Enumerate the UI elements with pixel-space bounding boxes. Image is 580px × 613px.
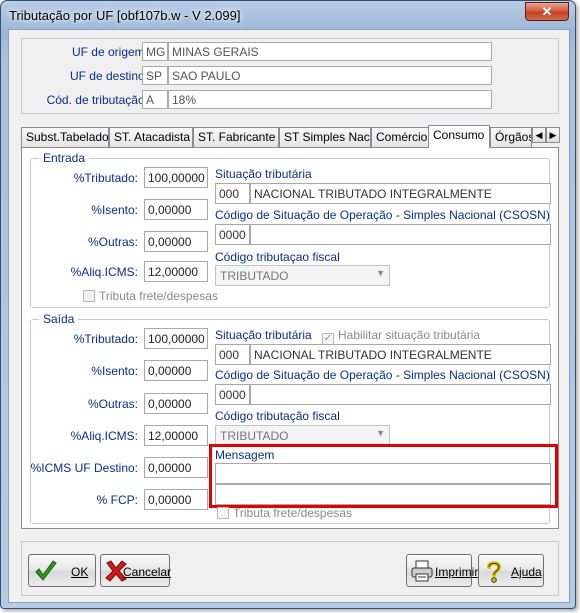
tab-scroll-right-icon[interactable]: ▶ (546, 127, 560, 143)
entrada-fiscal-select[interactable]: TRIBUTADO ▼ (215, 265, 390, 286)
destino-row: UF de destino: SP SAO PAULO (22, 66, 558, 87)
entrada-frete-checkbox[interactable]: Tributa frete/despesas (83, 289, 218, 303)
button-bar: OK Cancelar Imprimir Ajuda (21, 541, 559, 596)
saida-outras-field[interactable]: 0,00000 (144, 393, 208, 414)
saida-csosn-code[interactable]: 0000 (215, 384, 250, 405)
destino-label: UF de destino: (69, 69, 148, 83)
origem-name-field[interactable]: MINAS GERAIS (168, 42, 492, 61)
entrada-situacao-desc[interactable]: NACIONAL TRIBUTADO INTEGRALMENTE (250, 183, 551, 204)
ajuda-label: Ajuda (511, 565, 542, 579)
entrada-tributado-label: %Tributado: (73, 171, 138, 185)
saida-icms-uf-field[interactable]: 0,00000 (144, 457, 208, 478)
entrada-csosn-label: Código de Situação de Operação - Simples… (215, 208, 550, 222)
entrada-csosn-desc[interactable] (250, 224, 551, 245)
saida-fcp-label: % FCP: (96, 493, 138, 507)
chevron-down-icon: ▼ (376, 428, 385, 438)
tab-strip: Subst.Tabelado ST. Atacadista ST. Fabric… (21, 125, 560, 148)
saida-fiscal-label: Código tributação fiscal (215, 409, 340, 423)
saida-frete-label: Tributa frete/despesas (233, 506, 352, 520)
chevron-down-icon: ▼ (376, 268, 385, 278)
window-title: Tributação por UF [obf107b.w - V 2.099] (9, 8, 241, 23)
mensagem-line1-field[interactable] (215, 463, 551, 484)
tab-scroll-left-icon[interactable]: ◀ (532, 127, 546, 143)
entrada-isento-field[interactable]: 0,00000 (144, 199, 208, 220)
close-button[interactable]: ✕ (525, 2, 569, 21)
ok-label: OK (71, 565, 89, 579)
saida-group: Saída %Tributado: 100,00000 %Isento: 0,0… (30, 312, 558, 524)
saida-csosn-label: Código de Situação de Operação - Simples… (215, 368, 550, 382)
saida-situacao-code[interactable]: 000 (215, 344, 250, 365)
entrada-outras-label: %Outras: (87, 235, 138, 249)
ok-button[interactable]: OK (28, 554, 96, 587)
tributacao-row: Cód. de tributação: A 18% (22, 90, 558, 111)
cancelar-button[interactable]: Cancelar (100, 554, 172, 587)
saida-legend: Saída (39, 312, 79, 326)
entrada-situacao-label: Situação tributária (215, 167, 312, 181)
entrada-isento-label: %Isento: (91, 203, 138, 217)
uf-header-group: UF de origem: MG MINAS GERAIS UF de dest… (21, 38, 559, 114)
saida-situacao-label: Situação tributária (215, 328, 312, 342)
destino-code-field[interactable]: SP (142, 66, 168, 85)
checkbox-icon (217, 507, 229, 519)
entrada-aliq-label: %Aliq.ICMS: (70, 265, 138, 279)
tributacao-code-field[interactable]: A (142, 90, 168, 109)
saida-aliq-field[interactable]: 12,00000 (144, 425, 208, 446)
saida-aliq-label: %Aliq.ICMS: (70, 429, 138, 443)
entrada-fiscal-label: Código tributaçao fiscal (215, 250, 340, 264)
saida-isento-field[interactable]: 0,00000 (144, 360, 208, 381)
saida-tributado-field[interactable]: 100,00000 (144, 328, 208, 349)
entrada-frete-label: Tributa frete/despesas (99, 289, 218, 303)
saida-isento-label: %Isento: (91, 364, 138, 378)
origem-code-field[interactable]: MG (142, 42, 168, 61)
saida-situacao-desc[interactable]: NACIONAL TRIBUTADO INTEGRALMENTE (250, 344, 551, 365)
entrada-group: Entrada %Tributado: 100,00000 %Isento: 0… (30, 151, 551, 308)
origem-label: UF de origem: (71, 45, 148, 59)
imprimir-label: Imprimir (435, 565, 479, 579)
entrada-tributado-field[interactable]: 100,00000 (144, 167, 208, 188)
saida-fcp-field[interactable]: 0,00000 (144, 489, 208, 510)
tab-consumo[interactable]: Consumo (428, 125, 490, 148)
checkmark-icon (35, 560, 57, 581)
saida-tributado-label: %Tributado: (73, 332, 138, 346)
entrada-legend: Entrada (39, 151, 90, 165)
saida-frete-checkbox[interactable]: Tributa frete/despesas (217, 506, 352, 520)
habilitar-situacao-checkbox[interactable]: ✓ Habilitar situação tributária (322, 328, 480, 345)
ajuda-button[interactable]: Ajuda (478, 554, 544, 587)
tab-panel-consumo: Entrada %Tributado: 100,00000 %Isento: 0… (21, 147, 559, 529)
saida-csosn-desc[interactable] (250, 384, 551, 405)
tributacao-value-field[interactable]: 18% (168, 90, 492, 109)
dialog-client-area: UF de origem: MG MINAS GERAIS UF de dest… (8, 29, 570, 603)
entrada-aliq-field[interactable]: 12,00000 (144, 261, 208, 282)
entrada-situacao-code[interactable]: 000 (215, 183, 250, 204)
saida-fiscal-value: TRIBUTADO (220, 429, 289, 443)
mensagem-label: Mensagem (215, 448, 275, 462)
origem-row: UF de origem: MG MINAS GERAIS (22, 42, 558, 63)
printer-icon (411, 560, 433, 582)
checkbox-icon (83, 290, 95, 302)
help-question-icon (487, 561, 502, 583)
tab-subst-tabelado[interactable]: Subst.Tabelado (21, 127, 109, 147)
saida-icms-uf-label: %ICMS UF Destino: (30, 461, 138, 475)
saida-outras-label: %Outras: (87, 397, 138, 411)
dialog-window: Tributação por UF [obf107b.w - V 2.099] … (0, 0, 576, 609)
entrada-csosn-code[interactable]: 0000 (215, 224, 250, 245)
tributacao-label: Cód. de tributação: (46, 93, 148, 107)
habilitar-situacao-label: Habilitar situação tributária (338, 328, 481, 342)
cancelar-label: Cancelar (123, 565, 172, 579)
saida-fiscal-select[interactable]: TRIBUTADO ▼ (215, 425, 390, 446)
tab-comercio[interactable]: Comércio (371, 127, 429, 147)
destino-name-field[interactable]: SAO PAULO (168, 66, 492, 85)
entrada-outras-field[interactable]: 0,00000 (144, 231, 208, 252)
mensagem-line2-field[interactable] (215, 484, 551, 505)
tab-st-simples-nac[interactable]: ST Simples Nac. (279, 127, 373, 147)
tab-st-atacadista[interactable]: ST. Atacadista (109, 127, 193, 147)
tab-orgaos[interactable]: Órgãos (490, 127, 532, 147)
tab-st-fabricante[interactable]: ST. Fabricante (193, 127, 279, 147)
entrada-fiscal-value: TRIBUTADO (220, 269, 289, 283)
imprimir-button[interactable]: Imprimir (406, 554, 478, 587)
title-bar[interactable]: Tributação por UF [obf107b.w - V 2.099] … (1, 1, 575, 29)
